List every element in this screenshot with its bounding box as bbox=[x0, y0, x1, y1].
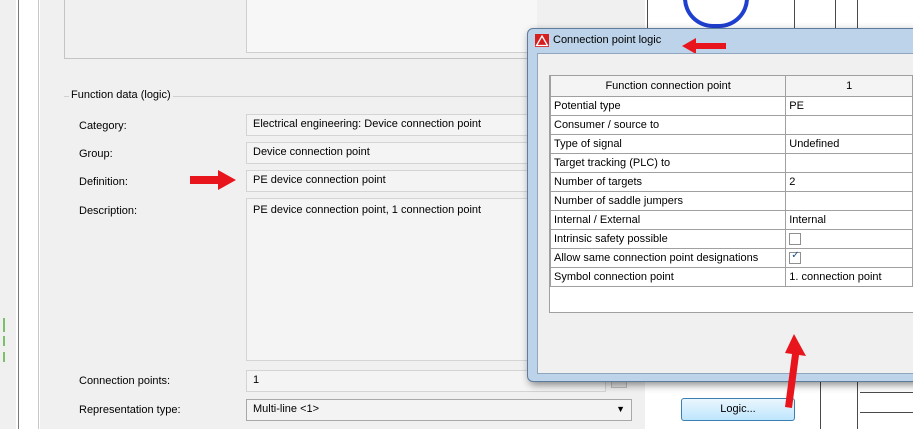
margin-divider bbox=[38, 0, 39, 429]
property-label: Symbol connection point bbox=[549, 267, 787, 287]
property-label: Potential type bbox=[549, 96, 787, 116]
property-value[interactable]: 1. connection point bbox=[785, 267, 913, 287]
table-row[interactable]: Type of signal Undefined bbox=[549, 134, 913, 154]
schematic-line bbox=[860, 412, 913, 413]
margin-marker bbox=[3, 336, 5, 346]
group-field[interactable]: Device connection point bbox=[246, 142, 536, 164]
warning-icon bbox=[535, 34, 549, 47]
property-value[interactable] bbox=[785, 153, 913, 173]
table-row[interactable]: Symbol connection point 1. connection po… bbox=[549, 267, 913, 287]
property-label: Type of signal bbox=[549, 134, 787, 154]
property-checkbox-cell bbox=[785, 229, 913, 249]
intrinsic-safety-checkbox[interactable] bbox=[789, 233, 802, 246]
property-label: Consumer / source to bbox=[549, 115, 787, 135]
logic-button[interactable]: Logic... bbox=[681, 398, 795, 421]
category-field[interactable]: Electrical engineering: Device connectio… bbox=[246, 114, 536, 136]
upper-panel-field bbox=[246, 0, 537, 53]
margin-divider bbox=[18, 0, 19, 429]
table-row[interactable]: Allow same connection point designations bbox=[549, 248, 913, 268]
schematic-line bbox=[860, 392, 913, 393]
property-label: Allow same connection point designations bbox=[549, 248, 787, 268]
definition-field[interactable]: PE device connection point bbox=[246, 170, 536, 192]
property-checkbox-cell bbox=[785, 248, 913, 268]
margin-marker bbox=[3, 318, 5, 332]
representation-type-label: Representation type: bbox=[79, 404, 181, 416]
description-field[interactable]: PE device connection point, 1 connection… bbox=[246, 198, 536, 361]
property-label: Intrinsic safety possible bbox=[549, 229, 787, 249]
popup-title: Connection point logic bbox=[553, 34, 662, 46]
annotation-arrow-icon bbox=[785, 334, 806, 408]
left-margin-strip bbox=[0, 0, 16, 429]
table-row[interactable]: Consumer / source to bbox=[549, 115, 913, 135]
property-value[interactable] bbox=[785, 191, 913, 211]
property-value[interactable]: Internal bbox=[785, 210, 913, 230]
table-row[interactable]: Internal / External Internal bbox=[549, 210, 913, 230]
property-grid: Function connection point 1 Potential ty… bbox=[549, 75, 913, 287]
table-row[interactable]: Number of targets 2 bbox=[549, 172, 913, 192]
table-row[interactable]: Target tracking (PLC) to bbox=[549, 153, 913, 173]
property-label: Internal / External bbox=[549, 210, 787, 230]
schematic-line bbox=[647, 0, 648, 30]
property-value[interactable]: PE bbox=[785, 96, 913, 116]
schematic-line bbox=[794, 0, 795, 30]
margin-marker bbox=[3, 352, 5, 362]
property-value[interactable]: 2 bbox=[785, 172, 913, 192]
property-value[interactable]: Undefined bbox=[785, 134, 913, 154]
property-label: Target tracking (PLC) to bbox=[549, 153, 787, 173]
representation-type-value: Multi-line <1> bbox=[253, 403, 320, 415]
representation-type-select[interactable]: Multi-line <1> ▼ bbox=[246, 399, 632, 421]
connection-points-label: Connection points: bbox=[79, 375, 171, 387]
category-label: Category: bbox=[79, 120, 127, 132]
grid-header-name: Function connection point bbox=[549, 75, 787, 97]
schematic-line bbox=[820, 380, 821, 429]
annotation-arrow-icon bbox=[190, 170, 236, 190]
schematic-line bbox=[835, 0, 836, 30]
allow-same-designations-checkbox[interactable] bbox=[789, 250, 802, 265]
definition-label: Definition: bbox=[79, 176, 128, 188]
chevron-down-icon: ▼ bbox=[616, 404, 625, 414]
annotation-arrow-icon bbox=[682, 38, 726, 54]
property-label: Number of saddle jumpers bbox=[549, 191, 787, 211]
grid-header-value: 1 bbox=[785, 75, 913, 97]
table-row[interactable]: Number of saddle jumpers bbox=[549, 191, 913, 211]
table-row[interactable]: Intrinsic safety possible bbox=[549, 229, 913, 249]
group-label: Group: bbox=[79, 148, 113, 160]
table-row[interactable]: Potential type PE bbox=[549, 96, 913, 116]
group-title: Function data (logic) bbox=[69, 89, 173, 101]
grid-header-row: Function connection point 1 bbox=[549, 75, 913, 97]
description-label: Description: bbox=[79, 205, 138, 217]
property-value[interactable] bbox=[785, 115, 913, 135]
property-label: Number of targets bbox=[549, 172, 787, 192]
